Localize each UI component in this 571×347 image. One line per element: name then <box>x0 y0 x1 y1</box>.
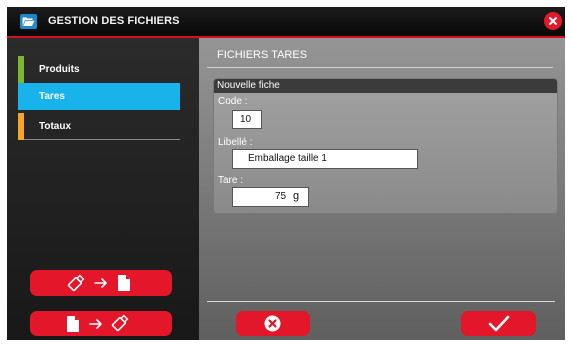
code-field[interactable]: 10 <box>232 110 262 129</box>
import-from-usb-button[interactable] <box>30 270 172 296</box>
code-label: Code : <box>218 96 248 107</box>
tare-label: Tare : <box>218 175 244 186</box>
card-header: Nouvelle fiche <box>214 79 557 93</box>
arrow-right-icon <box>94 278 107 288</box>
sidebar-item-accent <box>18 113 24 140</box>
main-panel: FICHIERS TARES Nouvelle fiche Code : 10 … <box>199 38 565 340</box>
sidebar: Produits Tares Totaux <box>7 38 199 340</box>
export-to-usb-button[interactable] <box>30 311 172 336</box>
sidebar-item-accent <box>18 83 24 110</box>
sidebar-item-accent <box>18 56 24 83</box>
cancel-circle-x-icon <box>264 315 281 332</box>
title-bar: GESTION DES FICHIERS <box>7 7 565 38</box>
sidebar-divider <box>24 139 180 140</box>
close-icon <box>549 17 557 25</box>
libelle-label: Libellé : <box>218 137 253 148</box>
new-record-card: Nouvelle fiche Code : 10 Libellé : Embal… <box>213 78 558 214</box>
sidebar-item-label: Produits <box>39 64 80 75</box>
sidebar-item-label: Tares <box>39 91 65 102</box>
sidebar-item-produits[interactable]: Produits <box>18 56 180 83</box>
document-icon <box>67 316 79 332</box>
code-value: 10 <box>240 114 252 125</box>
close-button[interactable] <box>544 12 562 30</box>
tare-unit: g <box>293 190 300 202</box>
libelle-field[interactable]: Emballage taille 1 <box>232 149 418 169</box>
tare-value: 75 <box>275 191 287 202</box>
sidebar-item-label: Totaux <box>39 121 72 132</box>
usb-stick-icon <box>67 274 85 292</box>
tare-field[interactable]: 75 g <box>232 187 309 207</box>
section-divider <box>207 67 553 68</box>
window-title: GESTION DES FICHIERS <box>48 15 180 27</box>
sidebar-item-tares[interactable]: Tares <box>18 83 180 110</box>
libelle-value: Emballage taille 1 <box>248 153 327 164</box>
section-title: FICHIERS TARES <box>217 49 308 61</box>
action-divider <box>207 301 555 302</box>
cancel-button[interactable] <box>236 311 310 336</box>
usb-stick-icon <box>111 314 129 332</box>
arrow-right-icon <box>89 319 102 329</box>
document-icon <box>118 275 130 291</box>
card-title: Nouvelle fiche <box>217 80 280 91</box>
sidebar-item-totaux[interactable]: Totaux <box>18 113 180 140</box>
folder-open-icon <box>20 14 37 29</box>
checkmark-icon <box>488 315 510 332</box>
confirm-button[interactable] <box>461 311 536 336</box>
